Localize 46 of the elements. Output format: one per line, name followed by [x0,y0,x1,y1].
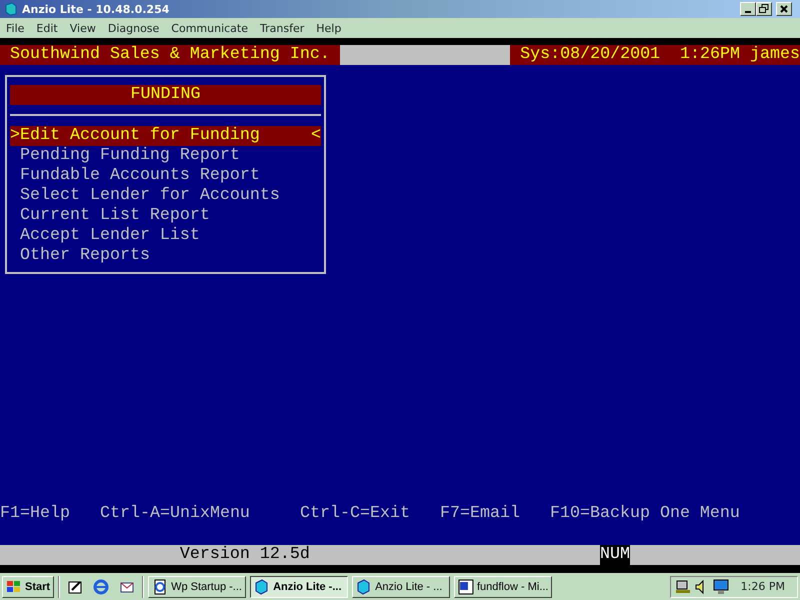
menu-item[interactable]: Help [310,22,348,34]
monitor-icon[interactable] [713,578,729,594]
function-key-hint: Ctrl-C=Exit [300,504,411,524]
taskbar-button[interactable]: Anzio Lite - ... [352,576,450,598]
desktop-icon[interactable] [67,578,84,594]
taskbar-button[interactable]: Anzio Lite -... [250,576,348,598]
menu-title: FUNDING [10,85,321,105]
restore-icon [759,4,769,14]
network-icon[interactable] [675,578,691,594]
system-info: Sys:08/20/2001 1:26PM james [510,45,800,65]
taskbar-button[interactable]: Wp Startup -... [148,576,246,598]
menu-item[interactable]: Edit [30,22,64,34]
app-icon [4,2,18,16]
restore-button[interactable] [756,2,772,16]
menu-item[interactable]: Fundable Accounts Report [10,166,321,186]
menu-item[interactable]: Select Lender for Accounts [10,186,321,206]
menu-item[interactable]: File [0,22,30,34]
menu-item[interactable]: Accept Lender List [10,226,321,246]
minimize-button[interactable] [740,2,756,16]
close-button[interactable] [776,2,792,16]
app-icon [356,578,372,594]
menu-item[interactable]: Current List Report [10,206,321,226]
function-key-hint: F10=Backup One Menu [550,504,741,524]
browser-icon[interactable] [93,578,110,594]
window-title: Anzio Lite - 10.48.0.254 [22,2,170,16]
menu-item[interactable]: Other Reports [10,246,321,266]
close-icon [780,5,788,13]
menu-item[interactable]: Pending Funding Report [10,146,321,166]
version-text: Version 12.5d [178,545,310,565]
menu-item[interactable]: Transfer [254,22,310,34]
start-button[interactable]: Start [2,576,54,598]
app-icon [254,578,270,594]
taskbar-button[interactable]: fundflow - Mi... [454,576,552,598]
menu-item[interactable]: >Edit Account for Funding < [10,126,321,146]
function-key-hint: Ctrl-A=UnixMenu [100,504,251,524]
company-name: Southwind Sales & Marketing Inc. [0,45,340,65]
menu-item[interactable]: View [64,22,102,34]
windows-logo-icon [6,580,22,594]
function-key-hint: F7=Email [440,504,521,524]
clock: 1:26 PM [740,580,785,593]
document-icon [458,578,474,594]
menu-item[interactable]: Communicate [165,22,254,34]
document-icon [152,578,168,594]
menu-item[interactable]: Diagnose [102,22,166,34]
function-key-hint: F1=Help [0,504,71,524]
num-lock-indicator: NUM [600,545,630,565]
